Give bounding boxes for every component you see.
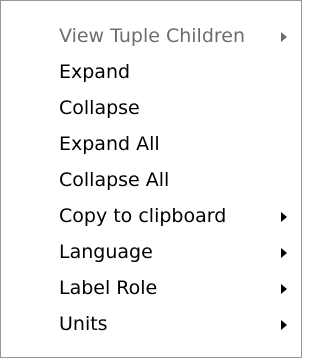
submenu-arrow-icon: [281, 212, 287, 222]
menu-item-label-role[interactable]: Label Role: [1, 270, 301, 306]
submenu-arrow-icon: [281, 248, 287, 258]
menu-item-expand[interactable]: Expand: [1, 54, 301, 90]
menu-item-label: View Tuple Children: [59, 25, 246, 47]
menu-item-collapse-all[interactable]: Collapse All: [1, 162, 301, 198]
menu-item-label: Expand All: [59, 133, 160, 155]
menu-item-collapse[interactable]: Collapse: [1, 90, 301, 126]
menu-item-label: Expand: [59, 61, 131, 83]
submenu-arrow-icon: [281, 320, 287, 330]
menu-item-label: Copy to clipboard: [59, 205, 227, 227]
submenu-arrow-icon: [281, 284, 287, 294]
context-menu: View Tuple Children Expand Collapse Expa…: [0, 0, 302, 358]
menu-item-language[interactable]: Language: [1, 234, 301, 270]
menu-item-units[interactable]: Units: [1, 306, 301, 342]
menu-item-label: Label Role: [59, 277, 158, 299]
menu-item-label: Language: [59, 241, 153, 263]
menu-item-view-tuple-children[interactable]: View Tuple Children: [1, 18, 301, 54]
menu-item-label: Collapse All: [59, 169, 170, 191]
menu-item-label: Units: [59, 313, 108, 335]
menu-item-label: Collapse: [59, 97, 140, 119]
submenu-arrow-icon: [281, 32, 287, 42]
menu-item-copy-to-clipboard[interactable]: Copy to clipboard: [1, 198, 301, 234]
menu-item-expand-all[interactable]: Expand All: [1, 126, 301, 162]
